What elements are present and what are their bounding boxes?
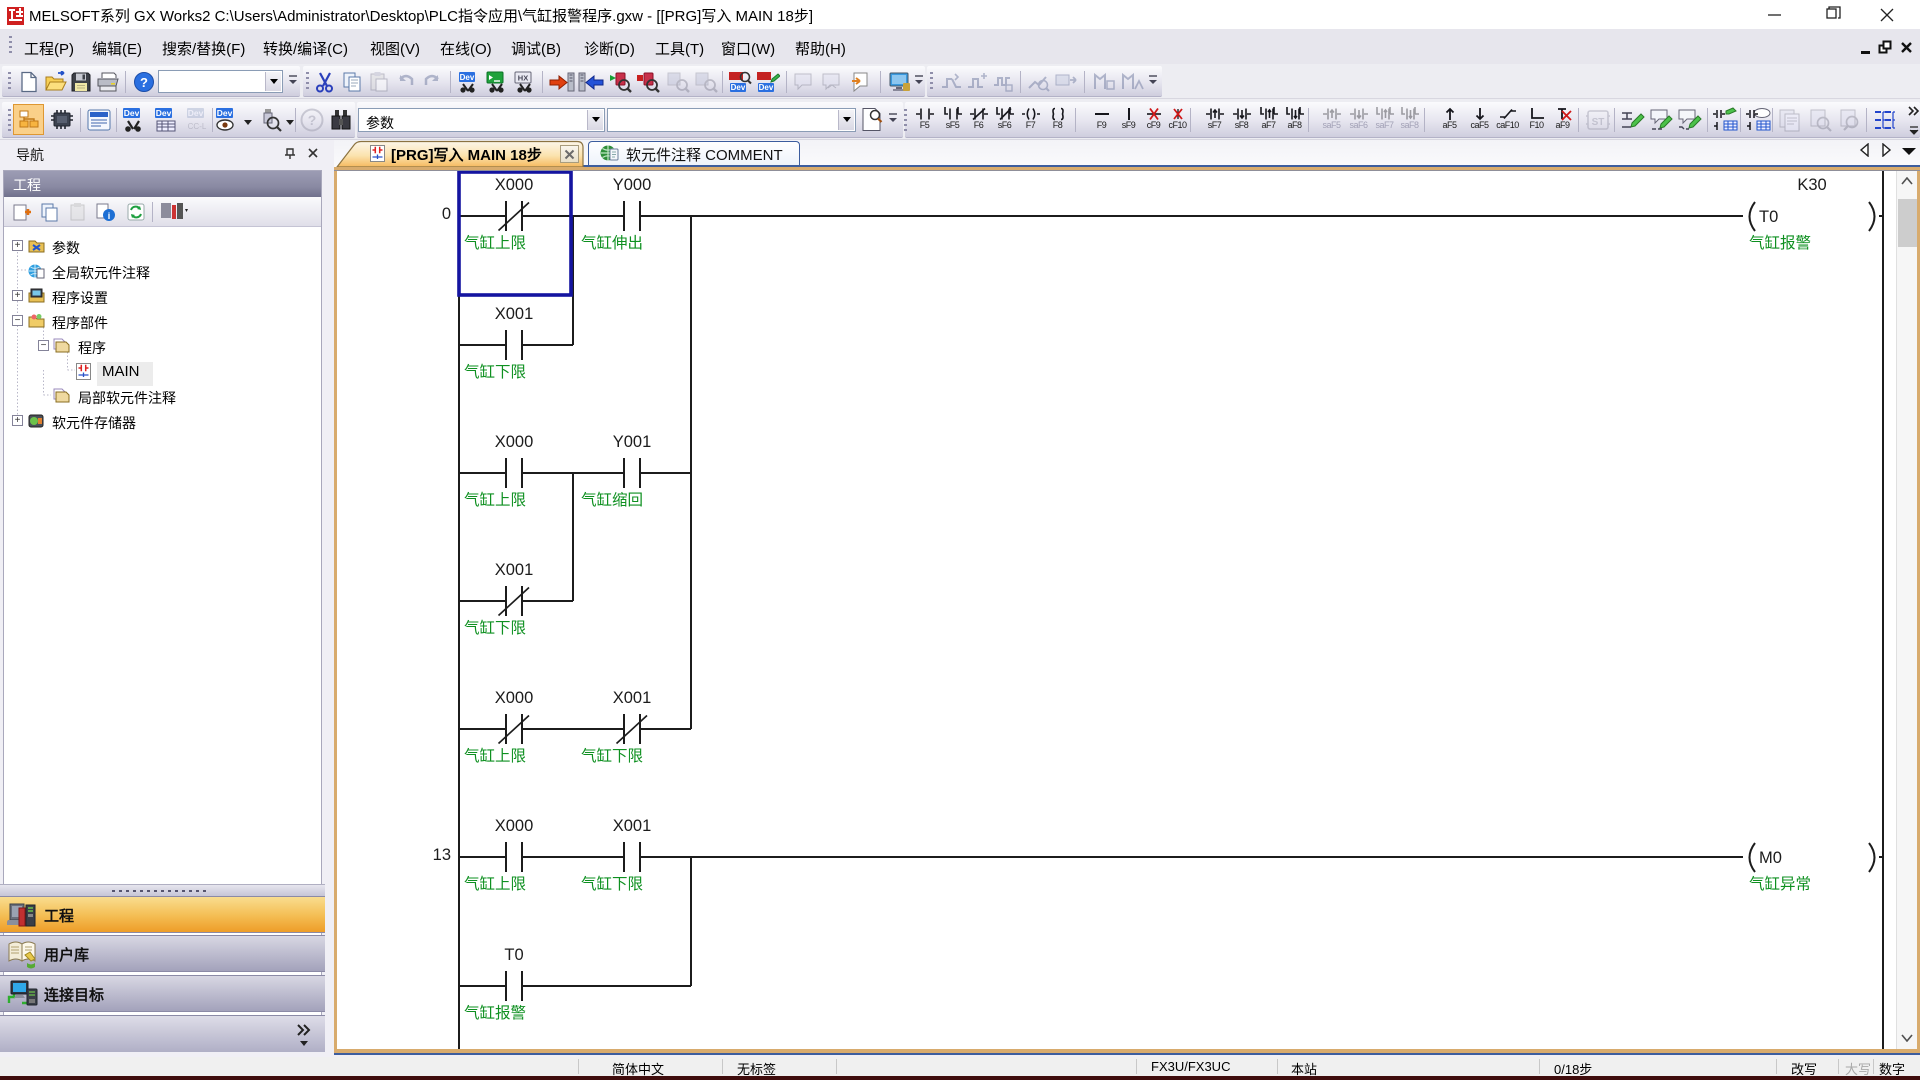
svg-text:Y000: Y000	[613, 176, 652, 194]
svg-text:CC-L: CC-L	[188, 122, 207, 131]
svg-text:气缸伸出: 气缸伸出	[581, 233, 643, 252]
svg-text:?: ?	[308, 112, 317, 128]
svg-text:气缸上限: 气缸上限	[464, 490, 526, 509]
svg-text:X001: X001	[613, 817, 652, 835]
svg-text:气缸下限: 气缸下限	[464, 618, 526, 637]
svg-text:M0: M0	[1759, 849, 1782, 867]
svg-text:HX: HX	[518, 74, 528, 83]
svg-text:Dev: Dev	[156, 108, 172, 118]
svg-text:气缸上限: 气缸上限	[464, 746, 526, 765]
svg-text:Y001: Y001	[613, 433, 652, 451]
svg-text:Dev: Dev	[124, 108, 140, 118]
svg-text:Dev: Dev	[731, 83, 746, 92]
svg-text:气缸下限: 气缸下限	[464, 362, 526, 381]
svg-text:K30: K30	[1797, 176, 1826, 194]
svg-text:X000: X000	[495, 689, 534, 707]
svg-text:i: i	[108, 211, 111, 221]
svg-text:X001: X001	[495, 561, 534, 579]
svg-text:X001: X001	[495, 305, 534, 323]
svg-text:Dev: Dev	[188, 108, 204, 118]
svg-text:T0: T0	[1759, 208, 1778, 226]
svg-text:ST: ST	[1592, 117, 1605, 128]
svg-text:气缸上限: 气缸上限	[464, 233, 526, 252]
svg-text:X000: X000	[495, 433, 534, 451]
svg-text:X000: X000	[495, 817, 534, 835]
svg-text:Dev: Dev	[460, 73, 475, 82]
svg-text:气缸下限: 气缸下限	[581, 874, 643, 893]
svg-text:X000: X000	[495, 176, 534, 194]
svg-text:气缸报警: 气缸报警	[1749, 233, 1811, 252]
svg-text:T0: T0	[504, 946, 523, 964]
svg-text:Dev: Dev	[217, 108, 233, 118]
svg-text:0: 0	[442, 205, 451, 223]
svg-text:气缸报警: 气缸报警	[464, 1003, 526, 1022]
svg-text:Dev: Dev	[759, 83, 774, 92]
svg-text:气缸缩回: 气缸缩回	[581, 490, 643, 509]
svg-text:?: ?	[140, 75, 148, 90]
svg-text:气缸下限: 气缸下限	[581, 746, 643, 765]
svg-text:X001: X001	[613, 689, 652, 707]
svg-text:气缸上限: 气缸上限	[464, 874, 526, 893]
svg-text:气缸异常: 气缸异常	[1749, 874, 1811, 893]
svg-text:13: 13	[433, 846, 451, 864]
